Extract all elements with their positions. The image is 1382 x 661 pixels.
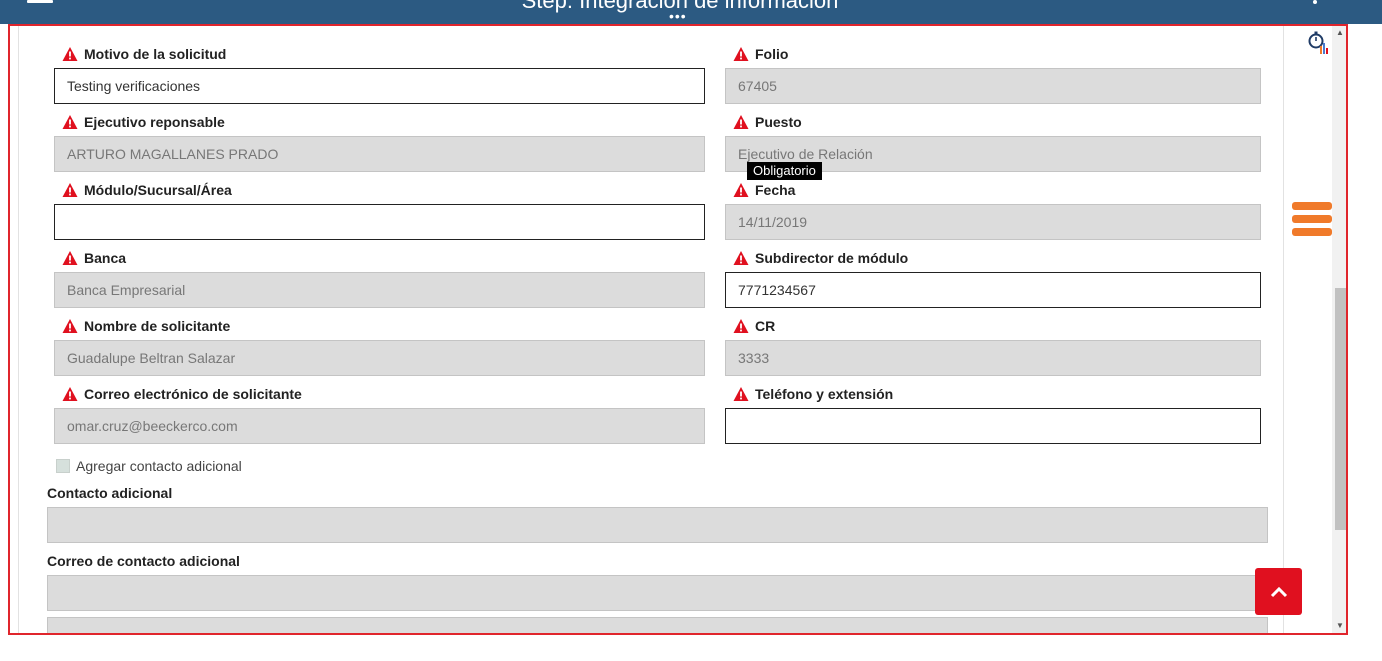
field-label-cr: CR <box>733 317 775 335</box>
warning-triangle-icon <box>733 115 749 129</box>
warning-triangle-icon <box>62 183 78 197</box>
nombre-solicitante-input: Guadalupe Beltran Salazar <box>54 340 705 376</box>
agregar-contacto-label: Agregar contacto adicional <box>76 458 242 474</box>
warning-triangle-icon <box>733 47 749 61</box>
more-dots-icon[interactable]: ••• <box>669 9 687 23</box>
modulo-input[interactable] <box>54 204 705 240</box>
field-label-subdirector: Subdirector de módulo <box>733 249 908 267</box>
field-label-banca: Banca <box>62 249 126 267</box>
warning-triangle-icon <box>62 47 78 61</box>
field-label-folio: Folio <box>733 45 788 63</box>
form-frame: Motivo de la solicitud Testing verificac… <box>8 24 1348 635</box>
field-label-modulo: Módulo/Sucursal/Área <box>62 181 232 199</box>
correo-contacto-label: Correo de contacto adicional <box>47 553 240 569</box>
field-label-telefono: Teléfono y extensión <box>733 385 893 403</box>
warning-triangle-icon <box>733 251 749 265</box>
field-label-ejecutivo: Ejecutivo reponsable <box>62 113 225 131</box>
field-label-motivo: Motivo de la solicitud <box>62 45 226 63</box>
stopwatch-chart-icon[interactable] <box>1308 30 1328 56</box>
agregar-contacto-row[interactable]: Agregar contacto adicional <box>56 458 242 474</box>
contacto-adicional-label: Contacto adicional <box>47 485 173 501</box>
warning-triangle-icon <box>62 115 78 129</box>
scroll-down-arrow-icon[interactable]: ▼ <box>1335 621 1345 630</box>
cr-input: 3333 <box>725 340 1261 376</box>
warning-triangle-icon <box>733 183 749 197</box>
folio-input: 67405 <box>725 68 1261 104</box>
next-field-partial <box>47 617 1268 633</box>
field-label-nombre-solicitante: Nombre de solicitante <box>62 317 230 335</box>
warning-triangle-icon <box>62 319 78 333</box>
warning-triangle-icon <box>62 387 78 401</box>
warning-triangle-icon <box>62 251 78 265</box>
agregar-contacto-checkbox[interactable] <box>56 459 70 473</box>
banca-input: Banca Empresarial <box>54 272 705 308</box>
required-tooltip: Obligatorio <box>747 162 822 180</box>
correo-contacto-input <box>47 575 1268 611</box>
warning-triangle-icon <box>733 319 749 333</box>
chevron-up-icon <box>1270 586 1287 597</box>
fecha-input: 14/11/2019 <box>725 204 1261 240</box>
telefono-input[interactable] <box>725 408 1261 444</box>
scrollbar-thumb[interactable] <box>1335 288 1346 530</box>
contacto-adicional-input <box>47 507 1268 543</box>
subdirector-input[interactable]: 7771234567 <box>725 272 1261 308</box>
header-bar: Step: Integración de información ••• <box>0 0 1382 24</box>
warning-triangle-icon <box>733 387 749 401</box>
field-label-fecha: Fecha <box>733 181 795 199</box>
field-label-puesto: Puesto <box>733 113 802 131</box>
kebab-menu-icon[interactable] <box>1313 0 1317 6</box>
correo-solicitante-input: omar.cruz@beeckerco.com <box>54 408 705 444</box>
back-to-top-button[interactable] <box>1255 568 1302 615</box>
side-menu-hamburger-icon[interactable] <box>1292 202 1332 246</box>
ejecutivo-input: ARTURO MAGALLANES PRADO <box>54 136 705 172</box>
bottom-strip <box>0 637 1382 661</box>
field-label-correo-solicitante: Correo electrónico de solicitante <box>62 385 302 403</box>
motivo-input[interactable]: Testing verificaciones <box>54 68 705 104</box>
scroll-up-arrow-icon[interactable]: ▲ <box>1335 28 1345 37</box>
